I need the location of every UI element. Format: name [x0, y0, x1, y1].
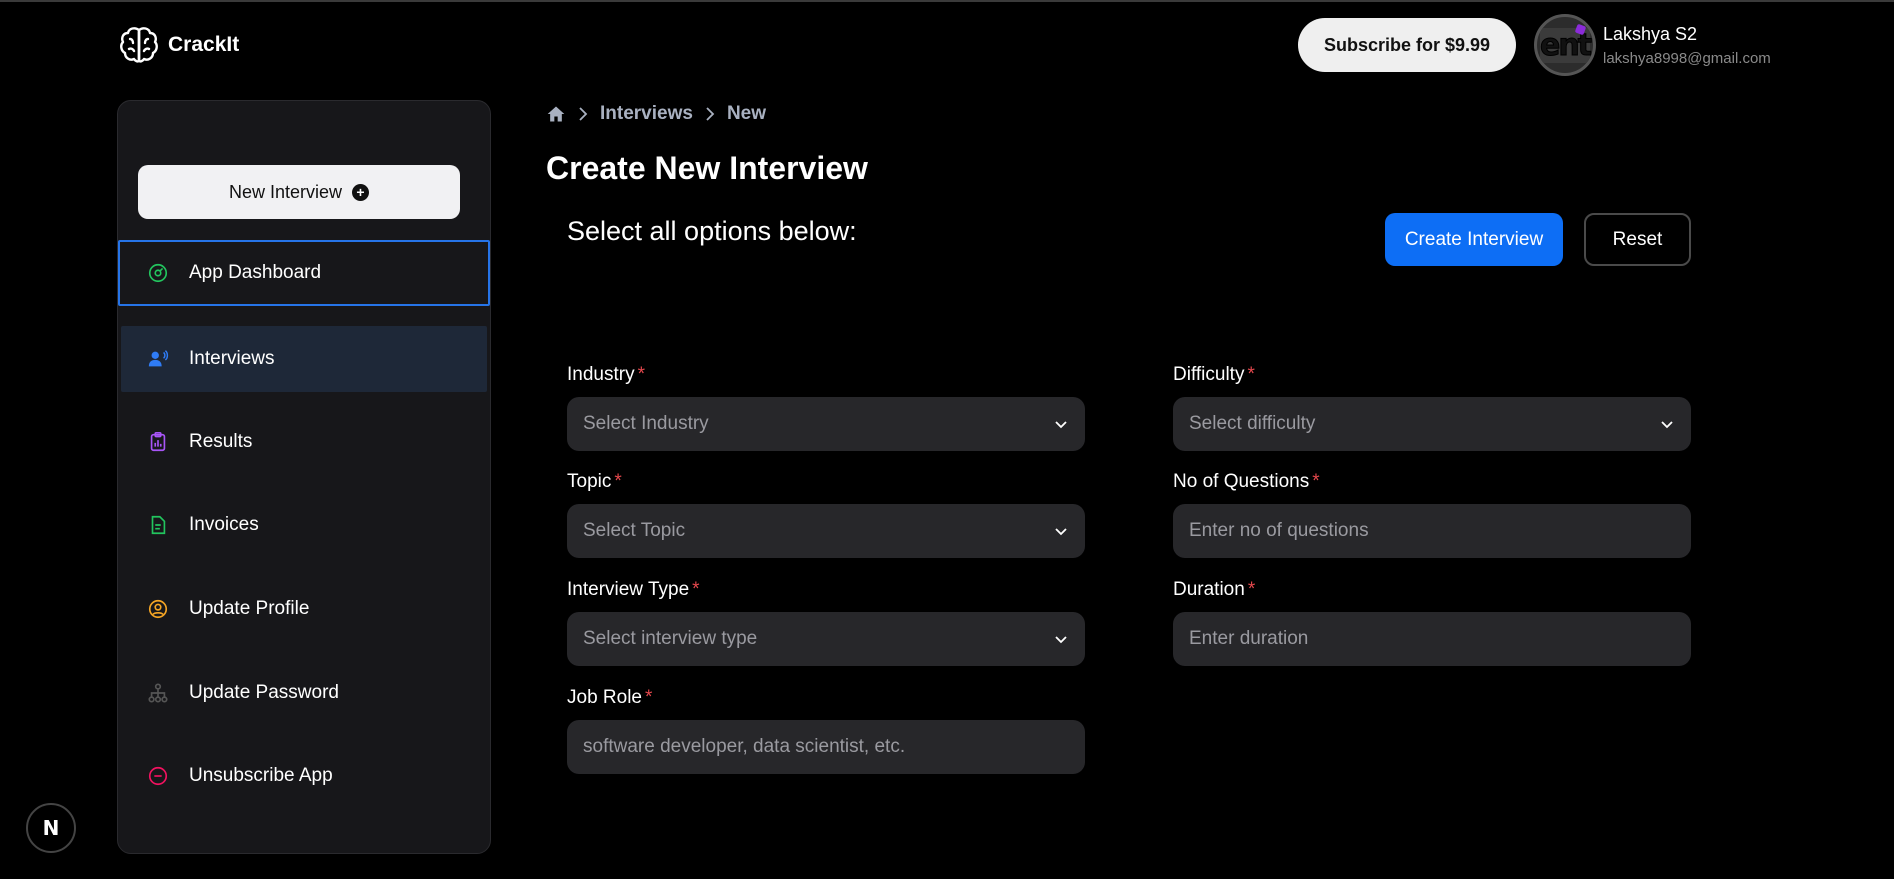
- dashboard-icon: [147, 262, 169, 284]
- sidebar-item-invoices[interactable]: Invoices: [121, 492, 487, 558]
- difficulty-select[interactable]: Select difficulty: [1173, 397, 1691, 451]
- document-icon: [147, 514, 169, 536]
- create-interview-button[interactable]: Create Interview: [1385, 213, 1563, 266]
- home-icon[interactable]: [546, 104, 566, 124]
- avatar[interactable]: ent: [1534, 14, 1596, 76]
- sidebar-item-update-password[interactable]: Update Password: [121, 660, 487, 726]
- reset-button[interactable]: Reset: [1584, 213, 1691, 266]
- job-role-input[interactable]: software developer, data scientist, etc.: [567, 720, 1085, 774]
- interview-type-label: Interview Type *: [567, 579, 700, 600]
- industry-select-placeholder: Select Industry: [583, 413, 709, 434]
- sidebar-item-unsubscribe-app[interactable]: Unsubscribe App: [121, 743, 487, 809]
- chevron-right-icon: [693, 106, 727, 122]
- job-role-input-placeholder: software developer, data scientist, etc.: [583, 736, 906, 757]
- breadcrumb: Interviews New: [546, 102, 766, 126]
- num-questions-input-placeholder: Enter no of questions: [1189, 520, 1369, 541]
- industry-select[interactable]: Select Industry: [567, 397, 1085, 451]
- page-title: Create New Interview: [546, 150, 868, 186]
- brain-icon: [120, 27, 158, 63]
- users-icon: [147, 348, 169, 370]
- breadcrumb-new: New: [726, 103, 767, 124]
- sidebar: New Interview + App Dashboard Interviews…: [117, 100, 491, 854]
- duration-input[interactable]: Enter duration: [1173, 612, 1691, 666]
- num-questions-input[interactable]: Enter no of questions: [1173, 504, 1691, 558]
- job-role-label: Job Role *: [567, 687, 653, 708]
- dev-tools-badge[interactable]: N: [26, 803, 76, 853]
- sidebar-item-label: Update Profile: [189, 598, 310, 619]
- sidebar-item-label: Invoices: [189, 514, 259, 535]
- difficulty-label: Difficulty *: [1173, 364, 1255, 385]
- difficulty-select-placeholder: Select difficulty: [1189, 413, 1316, 434]
- sidebar-item-label: Results: [189, 431, 253, 452]
- minus-circle-icon: [147, 765, 169, 787]
- breadcrumb-interviews[interactable]: Interviews: [600, 103, 693, 125]
- num-questions-label: No of Questions *: [1173, 471, 1320, 492]
- user-name: Lakshya S2: [1603, 24, 1698, 44]
- plus-circle-icon: +: [352, 183, 370, 201]
- clipboard-chart-icon: [147, 431, 169, 453]
- hierarchy-icon: [147, 682, 169, 704]
- new-interview-button[interactable]: New Interview +: [138, 165, 460, 219]
- new-interview-label: New Interview: [228, 181, 343, 202]
- subscribe-button[interactable]: Subscribe for $9.99: [1298, 18, 1516, 72]
- app-name: CrackIt: [168, 33, 240, 56]
- sidebar-item-label: Update Password: [189, 682, 339, 703]
- sidebar-item-label: App Dashboard: [189, 262, 322, 283]
- user-email: lakshya8998@gmail.com: [1603, 50, 1771, 67]
- sidebar-item-results[interactable]: Results: [121, 409, 487, 475]
- sidebar-item-interviews[interactable]: Interviews: [121, 326, 487, 392]
- duration-input-placeholder: Enter duration: [1189, 628, 1309, 649]
- topic-select-placeholder: Select Topic: [583, 520, 686, 541]
- topic-select[interactable]: Select Topic: [567, 504, 1085, 558]
- chevron-down-icon: [1053, 416, 1069, 432]
- chevron-right-icon: [566, 106, 600, 122]
- interview-type-select-placeholder: Select interview type: [583, 628, 758, 649]
- app-logo[interactable]: CrackIt: [118, 24, 239, 66]
- topic-label: Topic *: [567, 471, 622, 492]
- chevron-down-icon: [1659, 416, 1675, 432]
- sidebar-item-label: Unsubscribe App: [189, 765, 333, 786]
- sidebar-item-update-profile[interactable]: Update Profile: [121, 576, 487, 642]
- sidebar-item-label: Interviews: [189, 348, 275, 369]
- duration-label: Duration *: [1173, 579, 1256, 600]
- chevron-down-icon: [1053, 523, 1069, 539]
- chevron-down-icon: [1053, 631, 1069, 647]
- industry-label: Industry *: [567, 364, 645, 385]
- window-top-border: [0, 0, 1894, 2]
- interview-type-select[interactable]: Select interview type: [567, 612, 1085, 666]
- sidebar-item-app-dashboard[interactable]: App Dashboard: [118, 240, 490, 306]
- form-subtitle: Select all options below:: [567, 216, 857, 246]
- user-circle-icon: [147, 598, 169, 620]
